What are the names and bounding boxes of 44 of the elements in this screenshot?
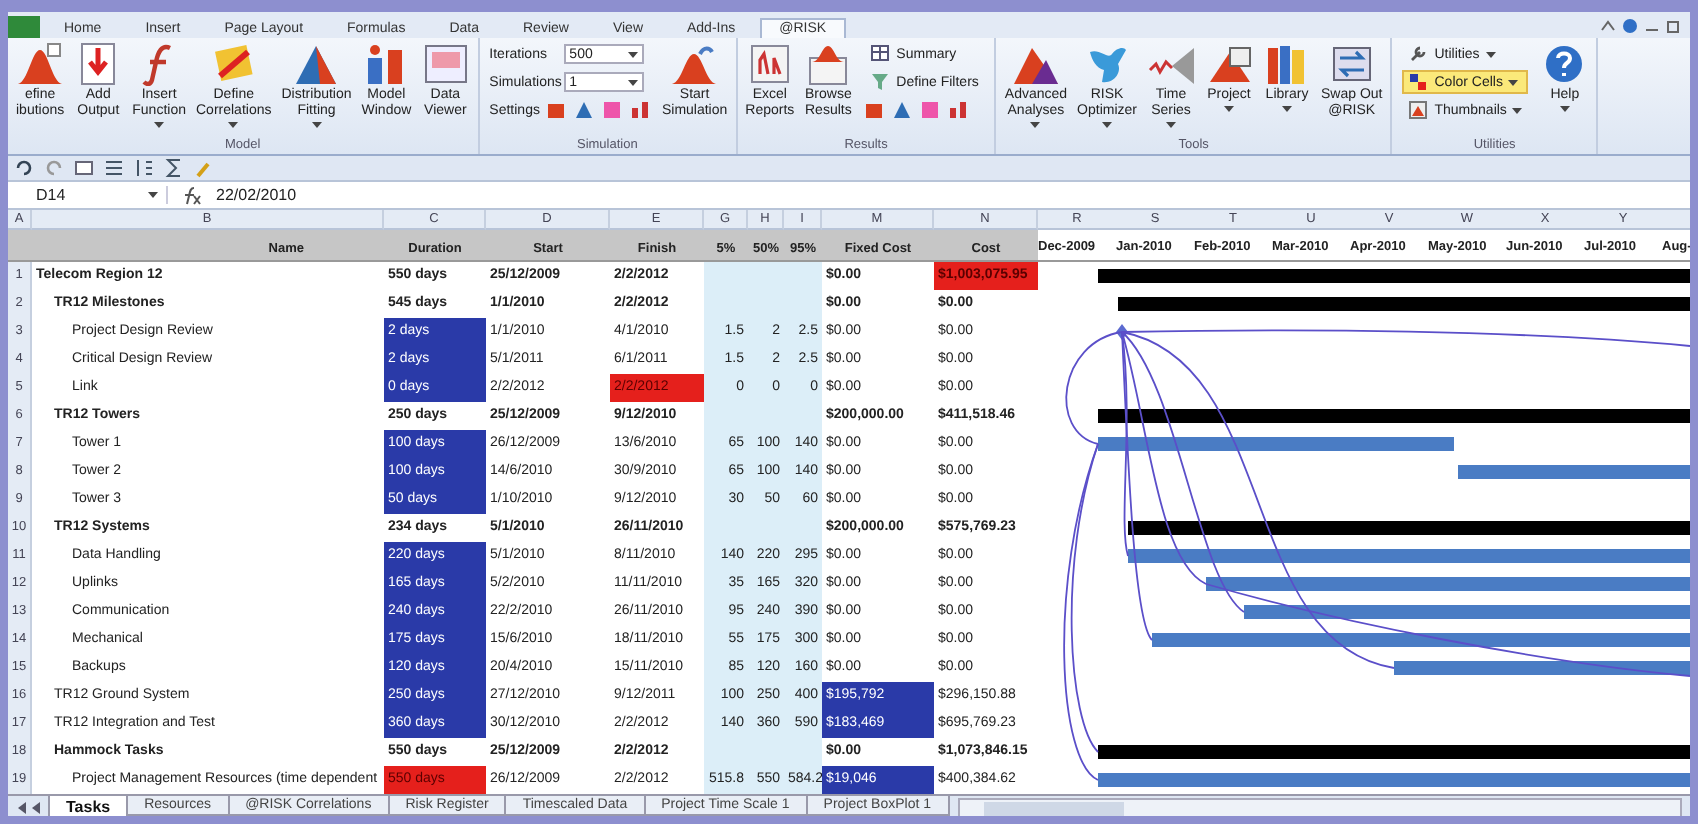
color-cells-icon (1408, 72, 1429, 92)
distribution-icon (670, 42, 719, 86)
correlation-icon (209, 42, 258, 86)
sum-icon[interactable] (164, 158, 184, 178)
help-icon[interactable] (1622, 17, 1638, 33)
corner-cell (8, 230, 32, 262)
toolbar-icon[interactable] (573, 100, 594, 120)
undo-icon[interactable] (14, 158, 34, 178)
table-icon (870, 44, 891, 64)
name-box[interactable]: D14 (8, 186, 168, 204)
previous-sheet-icon[interactable] (32, 802, 42, 814)
list-icon[interactable] (104, 158, 124, 178)
caret-icon (627, 51, 638, 57)
distribution-icon (16, 42, 65, 86)
thumbnail-icon (1408, 100, 1429, 120)
function-icon (180, 185, 204, 205)
browse-results-icon (804, 42, 853, 86)
filter-icon (870, 72, 891, 92)
sheet-tab[interactable]: Tasks (48, 796, 129, 816)
triangle-icon (292, 42, 341, 86)
sort-icon[interactable] (134, 158, 154, 178)
scroll-thumb[interactable] (983, 802, 1123, 816)
project-chart-icon (1205, 42, 1253, 86)
toolbar-icon[interactable] (629, 100, 650, 120)
time-series-icon (1147, 42, 1195, 86)
report-icon (745, 42, 794, 86)
first-sheet-icon[interactable] (16, 802, 26, 814)
caret-icon (148, 192, 158, 198)
toolbar-icon[interactable] (920, 100, 941, 120)
caret-icon (627, 79, 638, 85)
window-icon (421, 42, 470, 86)
restore-icon[interactable] (1666, 17, 1682, 33)
form-icon[interactable] (74, 158, 94, 178)
swap-icon (1327, 42, 1376, 86)
toolbar-icon[interactable] (864, 100, 885, 120)
milestone-marker (1116, 324, 1128, 340)
toolbar-icon[interactable] (601, 100, 622, 120)
toolbar-icon[interactable] (892, 100, 913, 120)
scroll-bar[interactable] (957, 798, 1682, 816)
wrench-icon (1408, 44, 1429, 64)
toolbar-icon[interactable] (948, 100, 969, 120)
collapse-icon[interactable] (1600, 17, 1616, 33)
formula-field[interactable]: 22/02/2010 (216, 186, 1690, 204)
toolbar-icon[interactable] (545, 100, 566, 120)
